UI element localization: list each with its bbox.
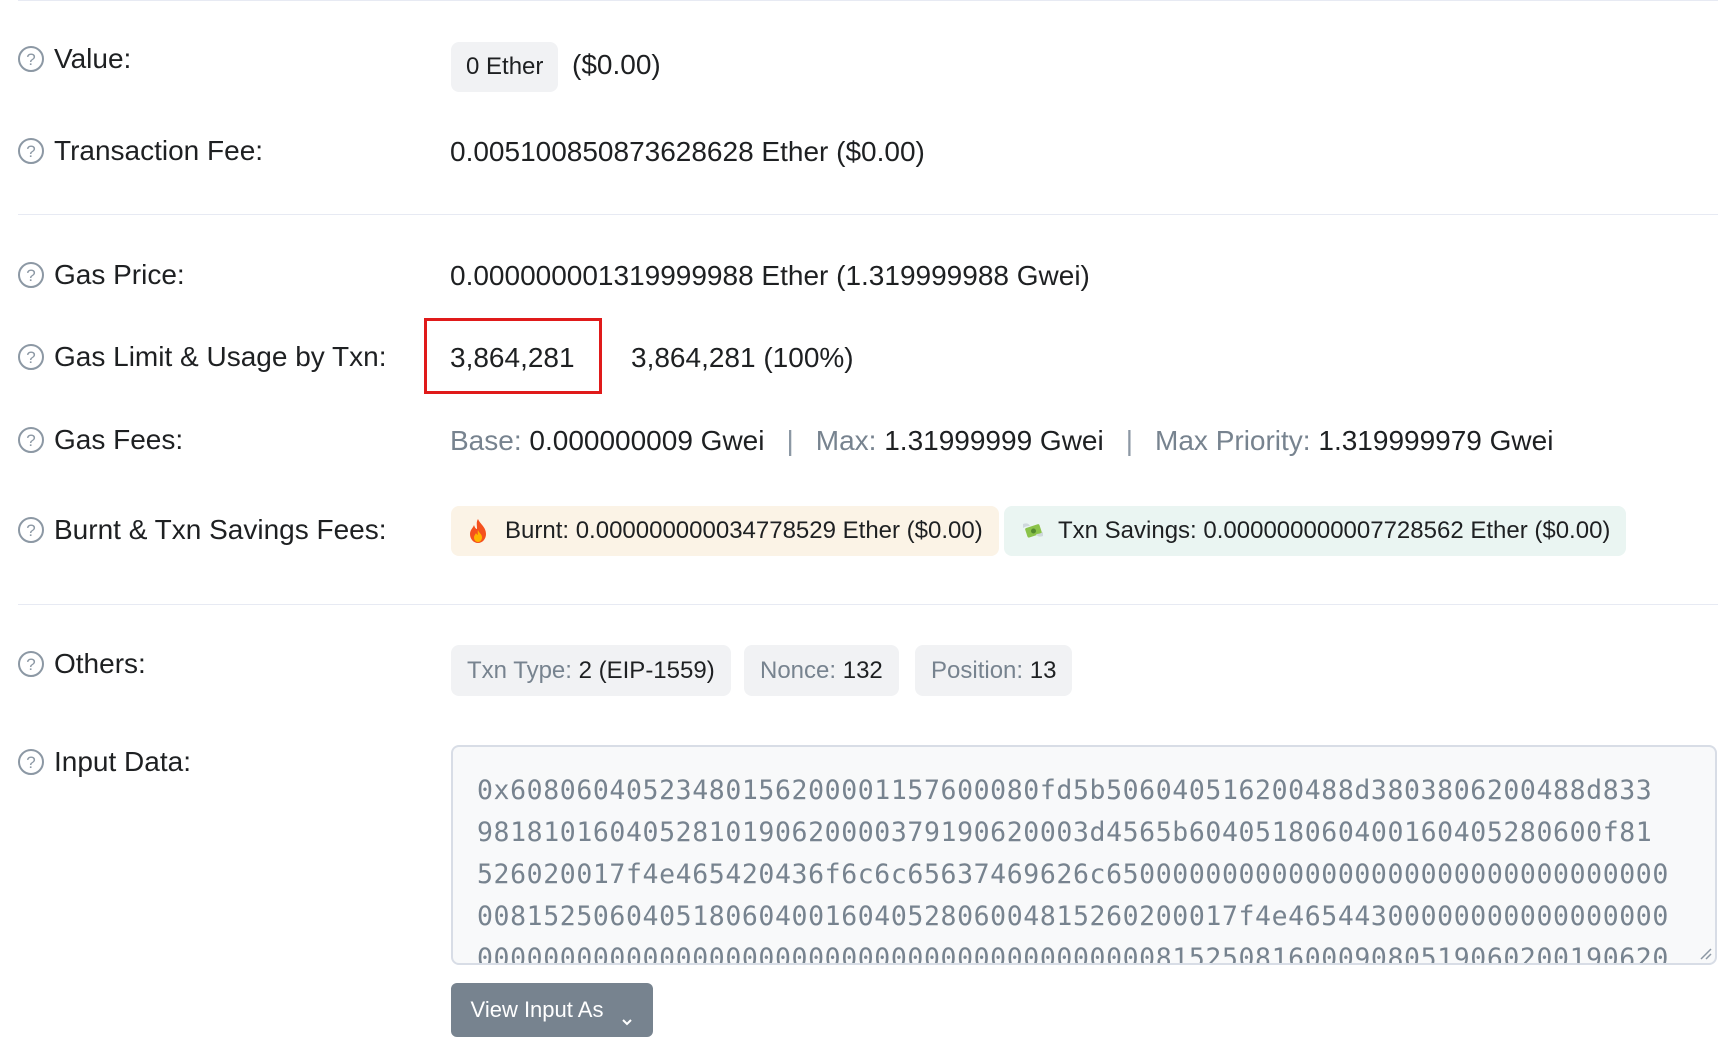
nonce-badge: Nonce: 132: [744, 645, 899, 696]
input-data-line: 0x60806040523480156200001157600080fd5b50…: [477, 775, 1653, 806]
gas-limit-label-text: Gas Limit & Usage by Txn:: [54, 341, 387, 372]
input-data-line: 0081525060405180604001604052806004815260…: [477, 901, 1669, 932]
section-divider: [18, 604, 1718, 605]
max-fee-label: Max:: [815, 425, 877, 456]
txn-fee-value: 0.005100850873628628 Ether ($0.00): [450, 136, 925, 167]
input-data-textarea[interactable]: 0x60806040523480156200001157600080fd5b50…: [451, 745, 1717, 965]
help-icon[interactable]: ?: [18, 46, 44, 72]
others-label-text: Others:: [54, 648, 146, 679]
txn-fee-label: ? Transaction Fee:: [18, 135, 263, 167]
txn-type-value: 2 (EIP-1559): [578, 656, 715, 684]
position-badge: Position: 13: [915, 645, 1073, 696]
view-input-as-label: View Input As: [470, 997, 604, 1022]
help-icon[interactable]: ?: [18, 138, 44, 164]
txn-type-badge: Txn Type: 2 (EIP-1559): [451, 645, 731, 696]
input-data-label-text: Input Data:: [54, 746, 191, 777]
chevron-down-icon: [621, 1006, 633, 1026]
gas-price-label-text: Gas Price:: [54, 259, 185, 290]
txn-savings-text: Txn Savings: 0.000000000007728562 Ether …: [1058, 517, 1611, 544]
help-icon[interactable]: ?: [18, 517, 44, 543]
others-label: ? Others:: [18, 648, 146, 680]
help-icon[interactable]: ?: [18, 344, 44, 370]
section-divider: [18, 214, 1718, 215]
max-fee-value: 1.31999999 Gwei: [884, 425, 1104, 456]
money-wings-icon: [1020, 519, 1046, 543]
gas-fees-values: Base: 0.000000009 Gwei | Max: 1.31999999…: [450, 425, 1553, 457]
help-icon[interactable]: ?: [18, 427, 44, 453]
input-data-label: ? Input Data:: [18, 746, 191, 778]
nonce-value: 132: [842, 656, 883, 684]
gas-limit-label: ? Gas Limit & Usage by Txn:: [18, 341, 387, 373]
help-icon[interactable]: ?: [18, 262, 44, 288]
fire-icon: [467, 518, 489, 544]
txn-fee-label-text: Transaction Fee:: [54, 135, 264, 166]
separator: |: [786, 425, 794, 456]
separator: |: [1125, 425, 1134, 456]
gas-price-value: 0.000000001319999988 Ether (1.319999988 …: [450, 260, 1090, 291]
max-priority-value: 1.319999979 Gwei: [1318, 425, 1554, 456]
gas-fees-label: ? Gas Fees:: [18, 424, 183, 456]
burnt-savings-label-text: Burnt & Txn Savings Fees:: [54, 514, 387, 545]
burnt-fee-text: Burnt: 0.000000000034778529 Ether ($0.00…: [505, 517, 983, 544]
gas-fees-label-text: Gas Fees:: [54, 424, 184, 455]
position-value: 13: [1029, 656, 1057, 684]
resize-handle-icon[interactable]: [1698, 946, 1712, 960]
value-usd: ($0.00): [572, 49, 661, 80]
gas-price-label: ? Gas Price:: [18, 259, 185, 291]
view-input-as-button[interactable]: View Input As: [451, 983, 653, 1037]
txn-type-label: Txn Type:: [467, 656, 572, 684]
transaction-details-panel: ? Value: 0 Ether ($0.00) ? Transaction F…: [0, 0, 1732, 1060]
value-label: ? Value:: [18, 43, 131, 75]
txn-savings-badge: Txn Savings: 0.000000000007728562 Ether …: [1004, 506, 1627, 556]
value-label-text: Value:: [54, 43, 132, 74]
value-amount-pill: 0 Ether: [451, 42, 559, 92]
value-amount: 0 Ether: [466, 53, 544, 80]
burnt-fee-badge: Burnt: 0.000000000034778529 Ether ($0.00…: [451, 506, 999, 556]
input-data-line: 9818101604052810190620000379190620003d45…: [477, 817, 1653, 848]
input-data-line: 526020017f4e465420436f6c6c65637469626c65…: [477, 859, 1669, 890]
position-label: Position:: [931, 656, 1024, 684]
help-icon[interactable]: ?: [18, 651, 44, 677]
max-priority-label: Max Priority:: [1155, 425, 1311, 456]
help-icon[interactable]: ?: [18, 749, 44, 775]
nonce-label: Nonce:: [760, 656, 837, 684]
gas-usage-value: 3,864,281 (100%): [631, 342, 854, 373]
input-data-line: 0000000000000000000000000000000000000000…: [477, 943, 1669, 965]
highlight-box: [424, 318, 602, 394]
top-divider: [18, 0, 1718, 1]
burnt-savings-label: ? Burnt & Txn Savings Fees:: [18, 514, 387, 546]
base-fee-label: Base:: [450, 425, 522, 456]
base-fee-value: 0.000000009 Gwei: [529, 425, 765, 456]
